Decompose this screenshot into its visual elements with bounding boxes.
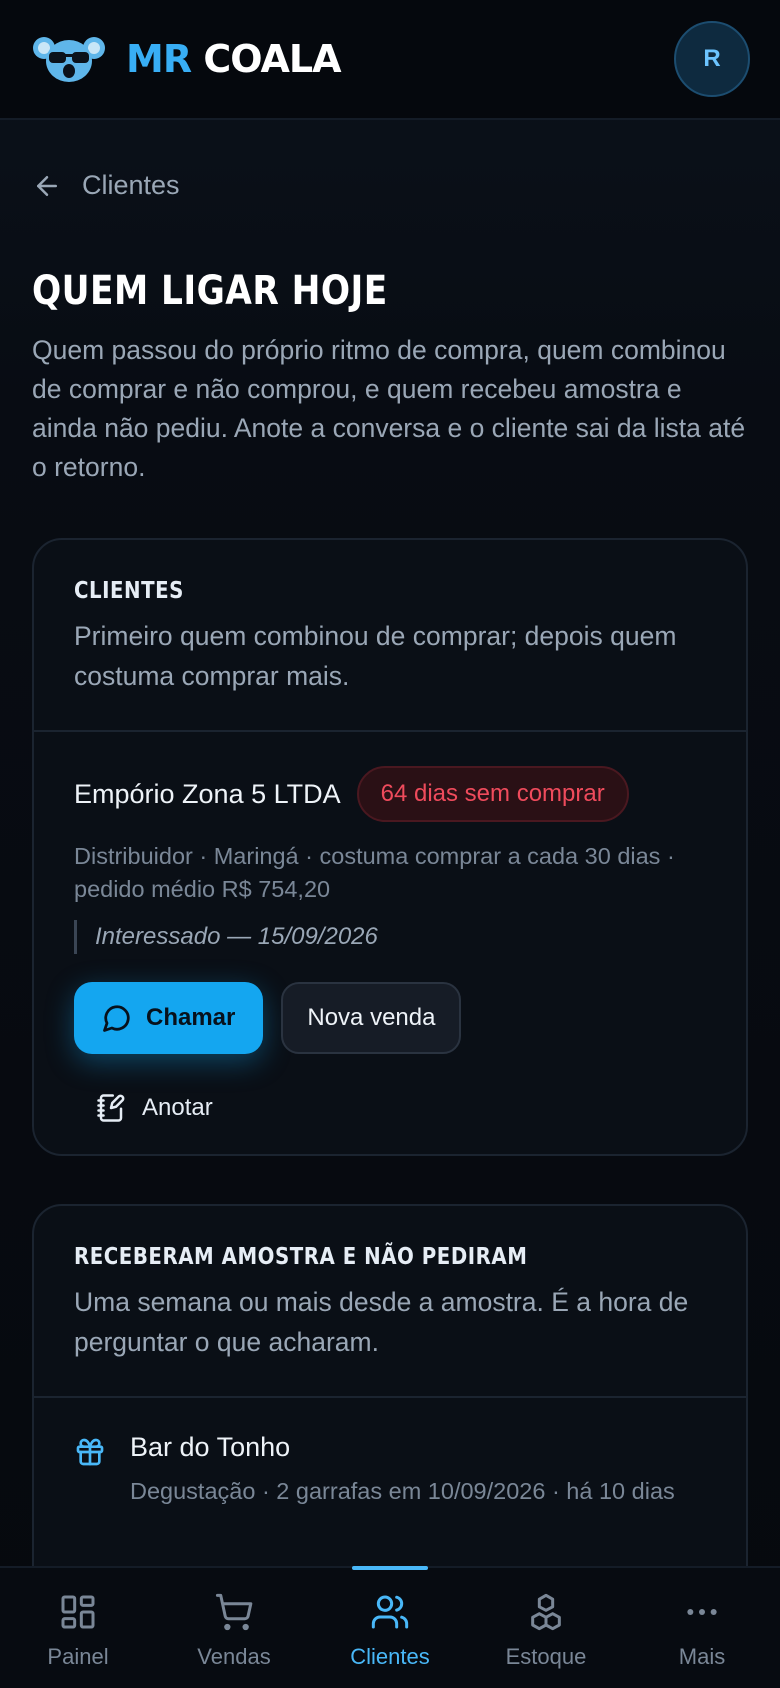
users-icon — [371, 1595, 409, 1629]
sample-meta: Degustação · 2 garrafas em 10/09/2026 · … — [130, 1478, 675, 1504]
clients-card-subtitle: Primeiro quem combinou de comprar; depoi… — [74, 621, 677, 691]
nav-label: Estoque — [505, 1644, 587, 1669]
nav-item-estoque[interactable]: Estoque — [471, 1568, 621, 1670]
nav-label: Mais — [678, 1644, 726, 1669]
boxes-icon — [531, 1593, 561, 1631]
status-badge: 64 dias sem comprar — [356, 766, 629, 822]
clients-card-header: CLIENTES Primeiro quem combinou de compr… — [34, 540, 746, 732]
avatar-initial: R — [703, 45, 721, 72]
sample-item: Bar do Tonho Degustação · 2 garrafas em … — [34, 1398, 746, 1507]
nav-item-painel[interactable]: Painel — [3, 1568, 153, 1670]
message-circle-icon — [103, 1005, 130, 1032]
brand[interactable]: MR COALA — [32, 34, 342, 84]
app-root: MR COALA R Clientes QUEM LIGAR HOJE Quem… — [0, 0, 780, 1688]
new-sale-button[interactable]: Nova venda — [281, 982, 462, 1054]
sample-client-name[interactable]: Bar do Tonho — [130, 1432, 675, 1463]
new-sale-button-label: Nova venda — [307, 1004, 436, 1031]
nav-item-vendas[interactable]: Vendas — [159, 1568, 309, 1670]
bottom-nav: Painel Vendas Clientes Estoque Mais — [0, 1566, 780, 1688]
call-button[interactable]: Chamar — [74, 982, 264, 1054]
nav-label: Vendas — [197, 1644, 271, 1669]
grid-icon — [61, 1595, 95, 1629]
client-note: Interessado — 15/09/2026 — [74, 920, 706, 954]
nav-item-clientes[interactable]: Clientes — [315, 1566, 465, 1670]
koala-logo-icon — [33, 37, 105, 82]
brand-name: MR COALA — [126, 37, 342, 81]
gift-icon — [76, 1438, 104, 1466]
clients-card: CLIENTES Primeiro quem combinou de compr… — [32, 538, 748, 1156]
samples-card-subtitle: Uma semana ou mais desde a amostra. É a … — [74, 1287, 689, 1357]
samples-card-header: RECEBERAM AMOSTRA E NÃO PEDIRAM Uma sema… — [34, 1206, 746, 1398]
annotate-button-label: Anotar — [142, 1094, 213, 1121]
cart-icon — [215, 1593, 253, 1631]
sample-info: Bar do Tonho Degustação · 2 garrafas em … — [130, 1432, 675, 1507]
client-name[interactable]: Empório Zona 5 LTDA — [74, 779, 341, 810]
annotate-button[interactable]: Anotar — [96, 1078, 706, 1138]
page-description: Quem passou do próprio ritmo de compra, … — [32, 335, 746, 482]
back-label: Clientes — [82, 170, 180, 200]
app-header: MR COALA R — [0, 0, 780, 120]
call-button-label: Chamar — [146, 1004, 236, 1031]
client-actions: Chamar Nova venda — [74, 982, 706, 1054]
nav-label: Clientes — [350, 1644, 430, 1669]
clients-card-title: CLIENTES — [74, 578, 184, 604]
page-title: QUEM LIGAR HOJE — [32, 268, 388, 314]
arrow-left-icon — [37, 175, 57, 196]
client-row: Empório Zona 5 LTDA 64 dias sem comprar — [74, 766, 706, 822]
nav-label: Painel — [47, 1644, 109, 1669]
nav-item-mais[interactable]: Mais — [627, 1568, 777, 1670]
client-item: Empório Zona 5 LTDA 64 dias sem comprar … — [34, 732, 746, 1138]
more-icon — [687, 1609, 717, 1615]
user-avatar[interactable]: R — [674, 21, 750, 97]
samples-card-title: RECEBERAM AMOSTRA E NÃO PEDIRAM — [74, 1244, 528, 1270]
notebook-pen-icon — [97, 1094, 125, 1122]
back-link[interactable]: Clientes — [32, 170, 180, 201]
client-meta: Distribuidor · Maringá · costuma comprar… — [74, 843, 675, 902]
